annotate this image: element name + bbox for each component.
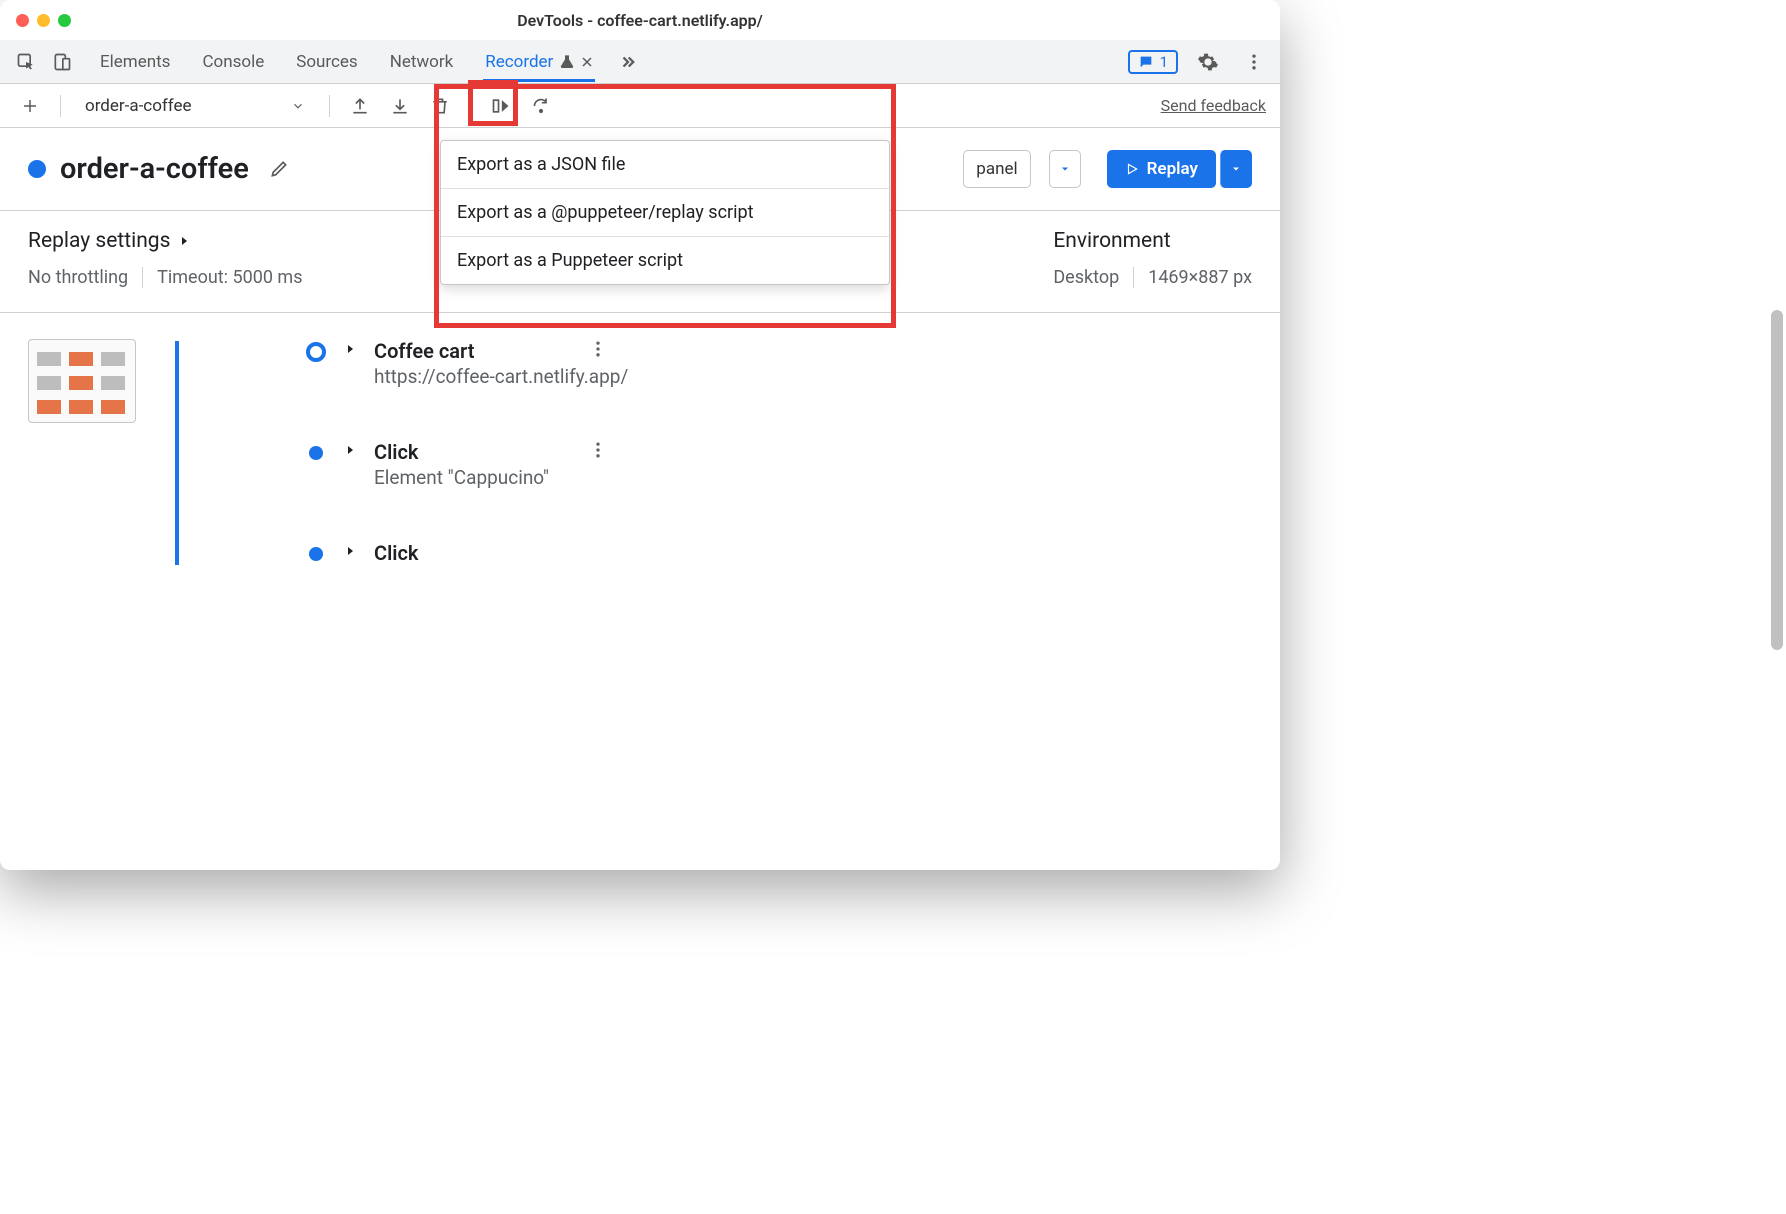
throttling-value: No throttling <box>28 267 128 288</box>
tab-recorder[interactable]: Recorder <box>483 42 595 82</box>
performance-panel-button[interactable]: panel <box>963 150 1030 188</box>
close-tab-icon[interactable] <box>581 56 593 68</box>
panel-button-label: panel <box>976 159 1017 179</box>
panel-button-caret[interactable] <box>1049 150 1081 188</box>
step-kebab-icon[interactable] <box>588 440 608 460</box>
titlebar: DevTools - coffee-cart.netlify.app/ <box>0 0 1280 40</box>
flask-icon <box>559 54 575 70</box>
tab-console[interactable]: Console <box>200 42 266 82</box>
step-node <box>309 547 323 561</box>
step-row: Click <box>306 541 628 565</box>
play-icon <box>1125 162 1139 176</box>
delete-icon[interactable] <box>424 90 456 122</box>
viewport-value: 1469×887 px <box>1148 267 1252 288</box>
recorder-toolbar: order-a-coffee Send feedback <box>0 84 1280 128</box>
page-thumbnail <box>28 339 136 423</box>
device-toolbar-icon[interactable] <box>46 46 78 78</box>
settings-icon[interactable] <box>1192 46 1224 78</box>
step-subtitle: Element "Cappucino" <box>374 466 628 489</box>
step-node <box>309 446 323 460</box>
timeline-line <box>175 341 179 565</box>
replay-button-caret[interactable] <box>1220 150 1252 188</box>
edit-title-icon[interactable] <box>263 153 295 185</box>
chevron-down-icon <box>291 99 305 113</box>
expand-step-icon[interactable] <box>344 444 356 456</box>
step-kebab-icon[interactable] <box>588 339 608 359</box>
issues-badge[interactable]: 1 <box>1128 50 1178 74</box>
export-icon[interactable] <box>384 90 416 122</box>
inspect-element-icon[interactable] <box>10 46 42 78</box>
step-subtitle: https://coffee-cart.netlify.app/ <box>374 365 628 388</box>
window-title: DevTools - coffee-cart.netlify.app/ <box>0 11 1280 30</box>
tab-recorder-label: Recorder <box>485 52 553 72</box>
device-value: Desktop <box>1053 267 1119 288</box>
environment-settings: Environment Desktop 1469×887 px <box>1053 229 1252 288</box>
recording-status-dot <box>28 160 46 178</box>
step-icon[interactable] <box>525 90 557 122</box>
step-row: Coffee cart https://coffee-cart.netlify.… <box>306 339 628 440</box>
tab-elements[interactable]: Elements <box>98 42 172 82</box>
right-tools: 1 <box>1128 46 1270 78</box>
replay-button-label: Replay <box>1147 159 1198 179</box>
environment-heading: Environment <box>1053 229 1252 253</box>
replay-button-group: Replay <box>1107 150 1252 188</box>
tab-sources[interactable]: Sources <box>294 42 359 82</box>
replay-settings: Replay settings No throttling Timeout: 5… <box>28 229 303 288</box>
step-over-icon[interactable] <box>485 90 517 122</box>
export-puppeteer-item[interactable]: Export as a Puppeteer script <box>441 237 889 284</box>
kebab-menu-icon[interactable] <box>1238 46 1270 78</box>
recording-select[interactable]: order-a-coffee <box>75 91 315 121</box>
export-json-item[interactable]: Export as a JSON file <box>441 141 889 189</box>
main-tabs-row: Elements Console Sources Network Recorde… <box>0 40 1280 84</box>
recording-header: order-a-coffee panel Replay Export as a … <box>0 128 1280 211</box>
devtools-window: DevTools - coffee-cart.netlify.app/ Elem… <box>0 0 1280 870</box>
recording-select-label: order-a-coffee <box>85 96 192 116</box>
send-feedback-link[interactable]: Send feedback <box>1161 96 1266 115</box>
export-dropdown-menu: Export as a JSON file Export as a @puppe… <box>440 140 890 285</box>
caret-right-icon <box>178 235 190 247</box>
expand-step-icon[interactable] <box>344 545 356 557</box>
step-node <box>306 342 326 362</box>
replay-settings-heading[interactable]: Replay settings <box>28 229 303 253</box>
tabs: Elements Console Sources Network Recorde… <box>98 42 595 82</box>
step-row: Click Element "Cappucino" <box>306 440 628 541</box>
more-tabs-icon[interactable] <box>619 53 637 71</box>
import-icon[interactable] <box>344 90 376 122</box>
replay-button[interactable]: Replay <box>1107 150 1216 188</box>
step-title: Click <box>374 541 628 565</box>
issues-count: 1 <box>1160 53 1168 71</box>
export-puppeteer-replay-item[interactable]: Export as a @puppeteer/replay script <box>441 189 889 237</box>
recording-title: order-a-coffee <box>60 152 249 186</box>
timeout-value: Timeout: 5000 ms <box>157 267 302 288</box>
steps-area: Coffee cart https://coffee-cart.netlify.… <box>0 313 1280 565</box>
expand-step-icon[interactable] <box>344 343 356 355</box>
new-recording-icon[interactable] <box>14 90 46 122</box>
tab-network[interactable]: Network <box>388 42 456 82</box>
